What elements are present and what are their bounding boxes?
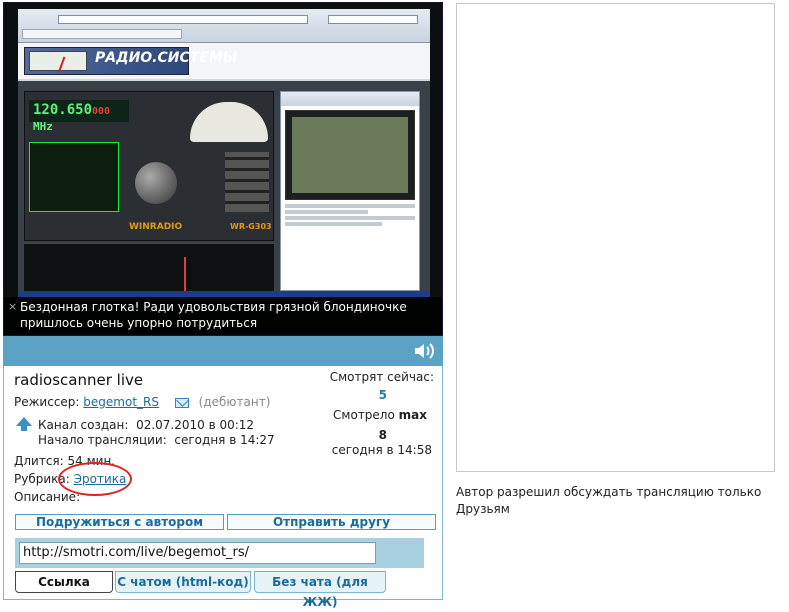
description-label: Описание:: [14, 490, 81, 504]
watched-max-time: сегодня в 14:58: [331, 443, 432, 457]
tab-with-chat[interactable]: С чатом (html-код): [115, 571, 251, 593]
befriend-author-button[interactable]: Подружиться с автором: [15, 514, 224, 530]
mail-icon[interactable]: [174, 397, 189, 408]
arrow-up-icon: [16, 417, 32, 431]
discussion-note: Автор разрешил обсуждать трансляцию толь…: [456, 485, 762, 516]
watched-max-count: 8: [378, 428, 387, 442]
signal-meter: [190, 102, 268, 142]
meter-icon: [29, 51, 87, 73]
channel-info-panel: radioscanner live Смотрят сейчас: 5 Режи…: [3, 366, 443, 609]
nested-browser-window: [280, 91, 420, 291]
now-watching-count: 5: [378, 388, 387, 402]
browser-toolbar: [18, 9, 430, 43]
chat-panel: [456, 3, 775, 472]
director-link[interactable]: begemot_RS: [83, 395, 159, 409]
video-frame: РАДИО.СИСТЕМЫ 120.650000 MHz WINRADIO WR…: [18, 9, 430, 299]
video-caption: × Бездонная глотка! Ради удовольствия гр…: [4, 297, 442, 335]
speaker-icon[interactable]: [413, 341, 435, 361]
shared-desktop: 120.650000 MHz WINRADIO WR-G303: [18, 81, 430, 299]
tab-link[interactable]: Ссылка: [15, 571, 113, 593]
now-watching-label: Смотрят сейчас:: [329, 370, 434, 384]
channel-dates: Канал создан: 02.07.2010 в 00:12 Начало …: [38, 418, 275, 447]
director-rank: (дебютант): [198, 395, 271, 409]
radio-scanner-window: 120.650000 MHz WINRADIO WR-G303: [24, 91, 274, 241]
watched-max-label: Смотрело max: [333, 408, 427, 422]
model-label: WR-G303: [230, 222, 272, 231]
frequency-display: 120.650000 MHz: [29, 100, 129, 133]
browser-search-box: [328, 15, 418, 24]
address-bar: [58, 15, 308, 24]
send-to-friend-button[interactable]: Отправить другу: [227, 514, 436, 530]
waveform-display: [29, 142, 119, 212]
site-logo-text: РАДИО.СИСТЕМЫ: [95, 50, 238, 66]
close-icon[interactable]: ×: [8, 299, 17, 315]
director-line: Режиссер: begemot_RS (дебютант): [14, 395, 271, 409]
brand-label: WINRADIO: [129, 222, 183, 232]
keypad: [225, 152, 269, 212]
caption-text: Бездонная глотка! Ради удовольствия гряз…: [20, 300, 407, 330]
site-header: РАДИО.СИСТЕМЫ: [18, 43, 430, 79]
embed-code-panel: http://smotri.com/live/begemot_rs/: [15, 538, 424, 568]
tuning-knob: [135, 162, 177, 204]
embed-url-field[interactable]: http://smotri.com/live/begemot_rs/: [19, 542, 376, 564]
site-logo: РАДИО.СИСТЕМЫ: [24, 47, 237, 75]
channel-title: radioscanner live: [14, 371, 144, 389]
player-control-bar: [3, 336, 443, 366]
browser-tab: [22, 29, 182, 39]
tab-without-chat[interactable]: Без чата (для ЖЖ): [254, 571, 386, 609]
video-player[interactable]: РАДИО.СИСТЕМЫ 120.650000 MHz WINRADIO WR…: [3, 2, 443, 336]
